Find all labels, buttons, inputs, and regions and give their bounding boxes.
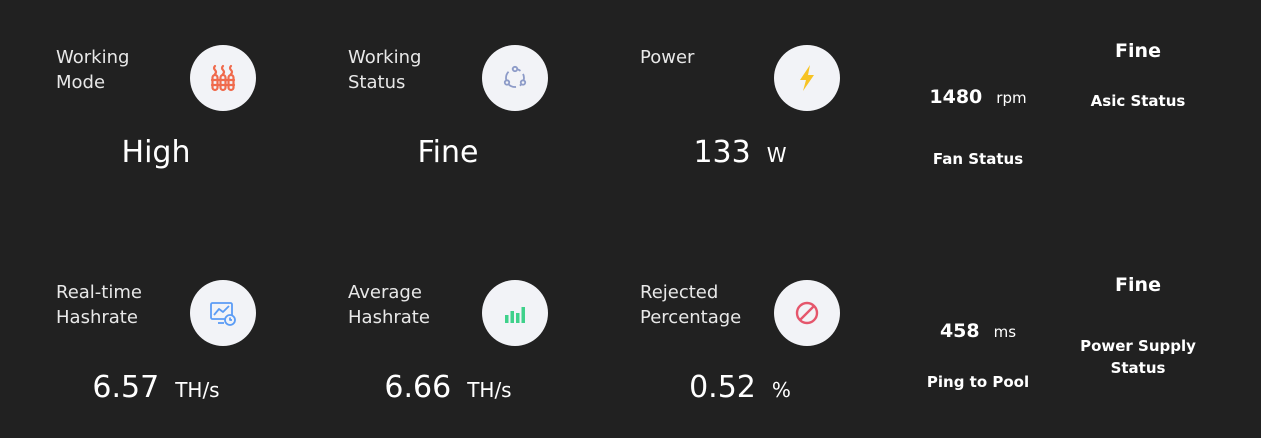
rejected-percentage-value: 0.52% [689, 370, 791, 405]
realtime-hashrate-label: Real-time Hashrate [56, 282, 142, 328]
power-label: Power [640, 47, 695, 68]
asic-status-value: Fine [1115, 40, 1161, 62]
working-mode-card: Working Mode High [56, 45, 296, 175]
prohibited-icon [774, 280, 840, 346]
monitor-chart-icon [190, 280, 256, 346]
fan-status-label: Fan Status [932, 150, 1024, 168]
rejected-percentage-card: Rejected Percentage 0.52% [640, 280, 880, 410]
bar-chart-icon [482, 280, 548, 346]
average-hashrate-card: Average Hashrate 6.66 TH/s [348, 280, 588, 410]
asic-status-label: Asic Status [1090, 92, 1186, 110]
power-supply-status-label: Power Supply Status [1080, 337, 1196, 377]
fan-speed: 1480 rpm [929, 86, 1027, 108]
rejected-percentage-label: Rejected Percentage [640, 282, 742, 328]
realtime-hashrate-value: 6.57 TH/s [92, 370, 220, 405]
average-hashrate-value: 6.66 TH/s [384, 370, 512, 405]
power-card: Power 133 W [640, 45, 880, 175]
working-mode-label: Working Mode [56, 47, 130, 93]
heater-icon [190, 45, 256, 111]
working-mode-value: High [121, 135, 191, 170]
lightning-icon [774, 45, 840, 111]
realtime-hashrate-card: Real-time Hashrate 6.57 TH/s [56, 280, 296, 410]
ping-to-pool-label: Ping to Pool [926, 373, 1030, 391]
ping-value: 458 ms [939, 320, 1017, 342]
power-value: 133 W [693, 135, 787, 170]
dashboard: Working Mode High Working Status Fine Po… [0, 0, 1261, 438]
average-hashrate-label: Average Hashrate [348, 282, 430, 328]
cycle-icon [482, 45, 548, 111]
working-status-card: Working Status Fine [348, 45, 588, 175]
working-status-value: Fine [417, 135, 479, 170]
working-status-label: Working Status [348, 47, 422, 93]
power-supply-status-value: Fine [1115, 274, 1161, 296]
